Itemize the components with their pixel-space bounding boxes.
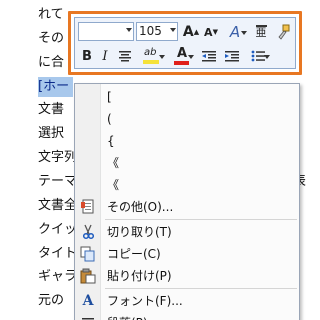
menu-item-label: 貼り付け(P) — [107, 269, 172, 283]
menu-item-label: コピー(C) — [107, 247, 161, 261]
menu-item-label: { — [107, 134, 115, 148]
grow-font-icon: A — [182, 24, 194, 40]
chevron-down-icon — [188, 55, 194, 59]
menu-separator — [105, 288, 297, 289]
menu-item-paste[interactable]: 貼り付け(P) — [75, 265, 299, 287]
menu-item-label: [ — [107, 90, 112, 104]
doc-line: クイッ — [38, 222, 78, 237]
increase-indent-button[interactable] — [222, 46, 242, 66]
align-center-icon — [119, 51, 131, 62]
chevron-down-icon — [126, 28, 132, 32]
menu-item-cut[interactable]: 切り取り(T) — [75, 221, 299, 243]
decrease-indent-button[interactable] — [199, 46, 219, 66]
format-painter-button[interactable] — [274, 22, 294, 42]
menu-item-label: フォント(F)... — [107, 294, 183, 308]
italic-button[interactable]: I — [97, 46, 113, 66]
increase-indent-icon — [225, 51, 239, 62]
menu-item-bracket-round[interactable]: ( — [75, 108, 299, 130]
phonetic-guide-icon: 亜 — [255, 25, 267, 39]
menu-item-label: 《 — [107, 156, 120, 170]
context-menu: [ ( { 《 《 その他(O)... 切り取り(T) コピー(C) 貼り付け(… — [74, 83, 300, 320]
menu-item-more[interactable]: その他(O)... — [75, 196, 299, 218]
doc-line: その — [38, 31, 65, 46]
font-color-bar — [174, 61, 189, 65]
menu-item-bracket-curly[interactable]: { — [75, 130, 299, 152]
mini-toolbar: 105 A ▲ A ▼ A 亜 B I ab A — [74, 17, 296, 69]
highlight-label: ab — [144, 47, 157, 58]
center-align-button[interactable] — [115, 46, 135, 66]
document-icon — [80, 199, 96, 215]
paragraph-icon — [80, 315, 96, 320]
menu-item-label: 段落(P)... — [107, 312, 159, 320]
doc-line: ギャラ — [38, 269, 78, 284]
menu-item-paragraph[interactable]: 段落(P)... — [75, 312, 299, 320]
font-color-label: A — [177, 46, 188, 61]
font-color-button[interactable]: A — [169, 46, 195, 66]
menu-item-bracket-double-angle[interactable]: 《 — [75, 152, 299, 174]
chevron-down-icon — [170, 28, 176, 32]
grow-font-button[interactable]: A ▲ — [182, 22, 200, 42]
shrink-font-button[interactable]: A ▼ — [202, 22, 220, 42]
shrink-font-icon: A — [204, 25, 213, 39]
doc-line-selected: [ホー — [38, 77, 74, 97]
menu-item-font[interactable]: A フォント(F)... — [75, 290, 299, 312]
styles-button[interactable]: A — [223, 22, 247, 42]
menu-item-label: 切り取り(T) — [107, 225, 172, 239]
mini-toolbar-row-1: 105 A ▲ A ▼ A 亜 — [75, 21, 295, 45]
menu-separator — [105, 219, 297, 220]
font-size-value: 105 — [139, 24, 162, 38]
highlight-color-bar — [143, 60, 159, 64]
menu-item-label: その他(O)... — [107, 200, 174, 214]
menu-item-label: ( — [107, 112, 112, 126]
font-icon: A — [82, 293, 94, 309]
paste-icon — [80, 268, 96, 284]
doc-line: 文書全 — [38, 198, 78, 213]
highlight-color-button[interactable]: ab — [138, 46, 166, 66]
menu-item-copy[interactable]: コピー(C) — [75, 243, 299, 265]
bold-button[interactable]: B — [79, 46, 95, 66]
decrease-indent-icon — [202, 51, 216, 62]
scissors-icon — [80, 224, 96, 240]
doc-line: テーマ — [38, 174, 78, 189]
font-name-combo[interactable] — [78, 22, 134, 41]
doc-line: タイト — [38, 246, 78, 261]
doc-line: 元の — [38, 293, 65, 308]
chevron-down-icon — [264, 55, 270, 59]
bullets-button[interactable] — [245, 46, 271, 66]
menu-item-bracket-double-angle-2[interactable]: 《 — [75, 174, 299, 196]
menu-item-label: 《 — [107, 178, 120, 192]
chevron-down-icon — [159, 55, 165, 59]
mini-toolbar-row-2: B I ab A — [75, 45, 295, 69]
chevron-down-icon — [241, 31, 247, 35]
format-painter-icon — [278, 24, 290, 40]
doc-line: 文書 — [38, 102, 65, 117]
phonetic-guide-button[interactable]: 亜 — [251, 22, 271, 42]
copy-icon — [80, 246, 96, 262]
doc-line: 選択 — [38, 126, 65, 141]
font-size-combo[interactable]: 105 — [136, 22, 178, 41]
mini-toolbar-highlight: 105 A ▲ A ▼ A 亜 B I ab A — [68, 11, 302, 75]
styles-icon: A — [229, 23, 241, 41]
doc-line: に合 — [38, 55, 65, 70]
bullet-list-icon — [251, 50, 265, 62]
doc-line: 文字列 — [38, 150, 78, 165]
menu-item-bracket-square[interactable]: [ — [75, 86, 299, 108]
doc-line: れて — [38, 7, 64, 22]
